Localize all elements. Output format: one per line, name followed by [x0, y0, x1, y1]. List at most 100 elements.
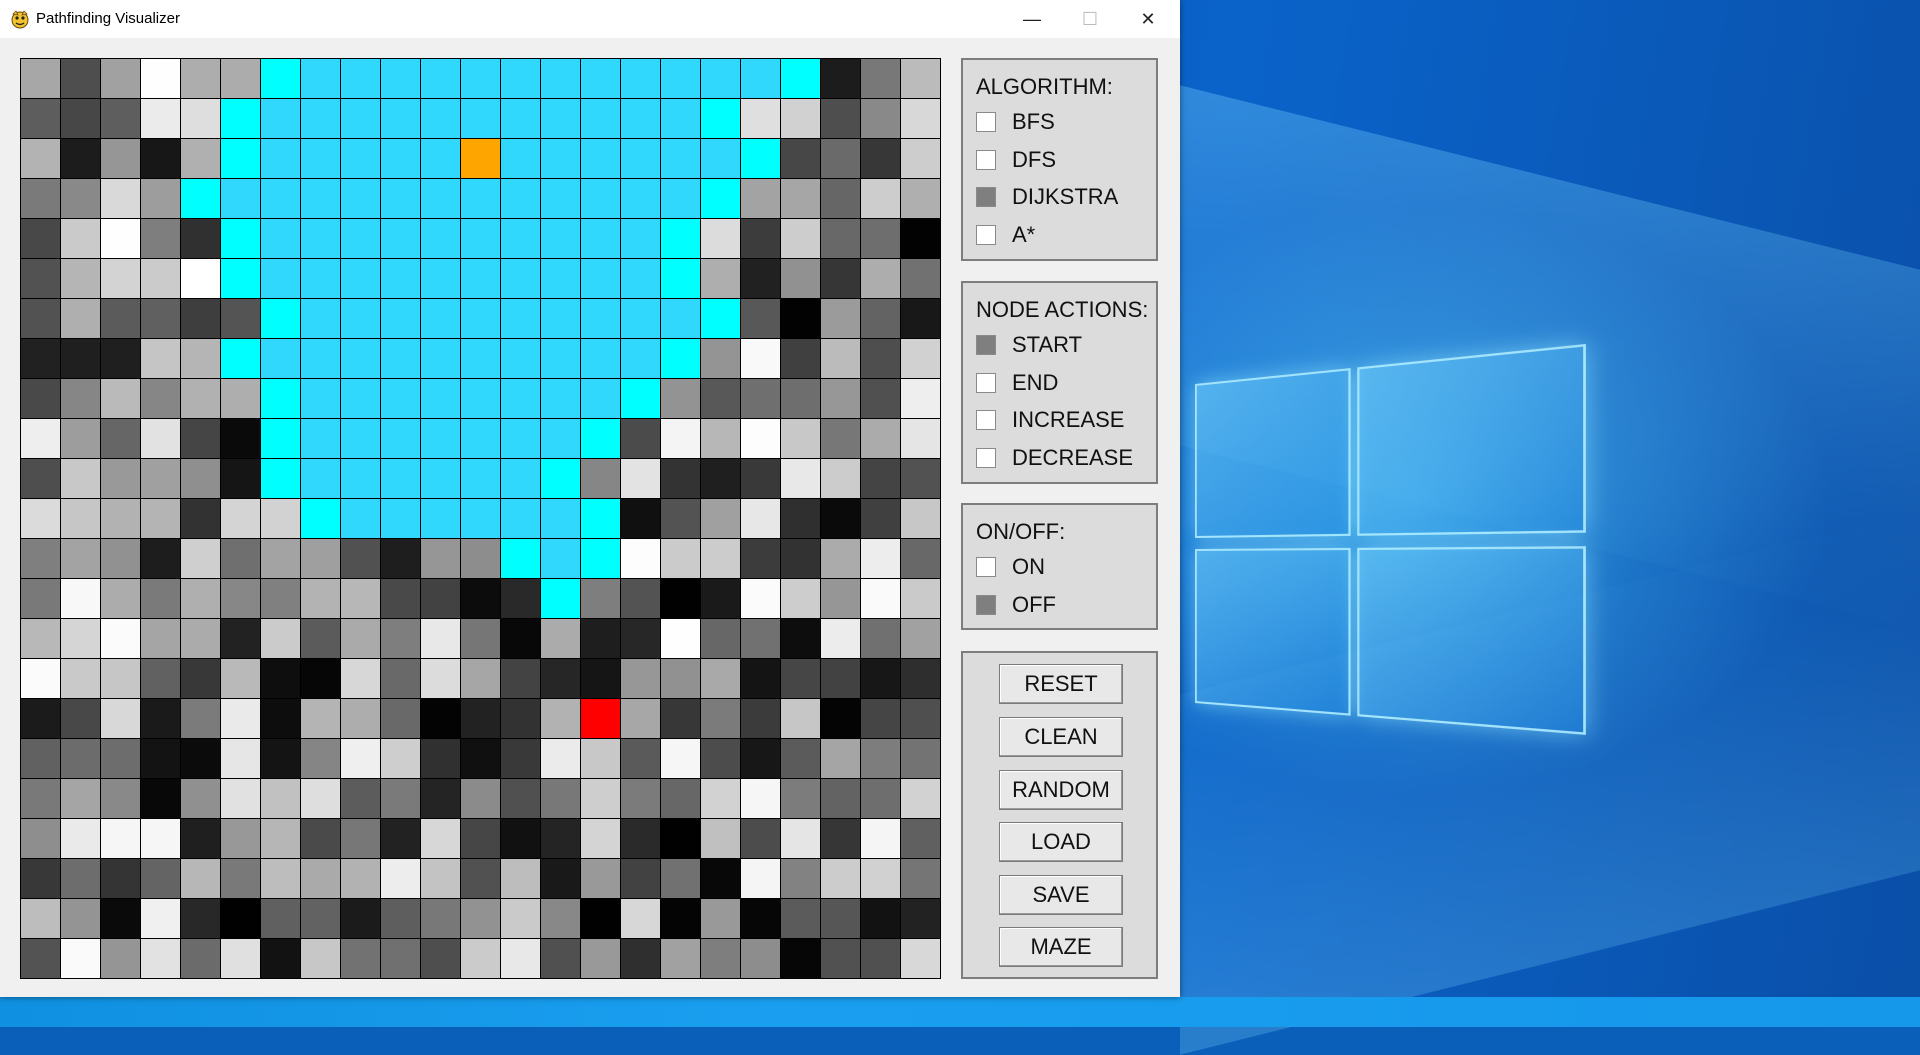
grid-node[interactable]: [780, 138, 821, 179]
grid-node-visited[interactable]: [460, 98, 501, 139]
grid-node-visited[interactable]: [260, 138, 301, 179]
grid-node-visited[interactable]: [380, 378, 421, 419]
grid-node-visited[interactable]: [340, 98, 381, 139]
grid-node[interactable]: [420, 658, 461, 699]
grid-node[interactable]: [460, 538, 501, 579]
grid-node[interactable]: [60, 218, 101, 259]
grid-node[interactable]: [620, 818, 661, 859]
grid-node[interactable]: [300, 738, 341, 779]
node-action-end[interactable]: END: [976, 370, 1058, 396]
grid-node[interactable]: [900, 58, 941, 99]
grid-node-frontier[interactable]: [580, 498, 621, 539]
grid-node-visited[interactable]: [300, 378, 341, 419]
grid-node-visited[interactable]: [300, 458, 341, 499]
grid-node-visited[interactable]: [380, 418, 421, 459]
grid-node[interactable]: [700, 938, 741, 979]
grid-node[interactable]: [220, 378, 261, 419]
grid-node[interactable]: [380, 578, 421, 619]
grid-node[interactable]: [500, 618, 541, 659]
grid-node[interactable]: [420, 818, 461, 859]
grid-node[interactable]: [100, 738, 141, 779]
grid-node[interactable]: [140, 538, 181, 579]
grid-node[interactable]: [860, 898, 901, 939]
grid-node[interactable]: [780, 538, 821, 579]
grid-node-frontier[interactable]: [660, 258, 701, 299]
grid-node[interactable]: [580, 938, 621, 979]
grid-node-visited[interactable]: [540, 418, 581, 459]
taskbar[interactable]: [0, 997, 1920, 1027]
grid-node[interactable]: [60, 818, 101, 859]
grid-node[interactable]: [20, 498, 61, 539]
grid-node[interactable]: [140, 58, 181, 99]
grid-node-visited[interactable]: [580, 338, 621, 379]
close-button[interactable]: ✕: [1120, 0, 1176, 38]
grid-node[interactable]: [380, 778, 421, 819]
grid-node[interactable]: [660, 698, 701, 739]
grid-node[interactable]: [900, 898, 941, 939]
grid-node[interactable]: [60, 258, 101, 299]
grid-node[interactable]: [620, 698, 661, 739]
grid-node[interactable]: [180, 778, 221, 819]
grid-node[interactable]: [540, 778, 581, 819]
grid-node-frontier[interactable]: [700, 98, 741, 139]
grid-node[interactable]: [900, 98, 941, 139]
grid-node[interactable]: [460, 738, 501, 779]
grid-node[interactable]: [500, 858, 541, 899]
grid-node[interactable]: [780, 938, 821, 979]
algorithm-option-astar[interactable]: A*: [976, 222, 1035, 248]
grid-node-visited[interactable]: [620, 178, 661, 219]
grid-node[interactable]: [100, 938, 141, 979]
grid-node-visited[interactable]: [420, 98, 461, 139]
grid-node-visited[interactable]: [300, 58, 341, 99]
grid-node[interactable]: [820, 98, 861, 139]
grid-node[interactable]: [300, 818, 341, 859]
grid-node-visited[interactable]: [380, 98, 421, 139]
grid-node[interactable]: [780, 178, 821, 219]
grid-node-visited[interactable]: [460, 418, 501, 459]
onoff-option-off[interactable]: OFF: [976, 592, 1056, 618]
grid-node-visited[interactable]: [300, 138, 341, 179]
grid-node[interactable]: [820, 298, 861, 339]
grid-node[interactable]: [140, 418, 181, 459]
grid-node-visited[interactable]: [340, 178, 381, 219]
grid-node-visited[interactable]: [340, 58, 381, 99]
grid-node[interactable]: [740, 898, 781, 939]
grid-node-visited[interactable]: [500, 218, 541, 259]
grid-node[interactable]: [140, 458, 181, 499]
grid-node[interactable]: [180, 658, 221, 699]
grid-node[interactable]: [140, 138, 181, 179]
grid-node[interactable]: [100, 778, 141, 819]
grid-node[interactable]: [140, 578, 181, 619]
grid-node[interactable]: [500, 578, 541, 619]
grid-node-frontier[interactable]: [700, 298, 741, 339]
grid-node[interactable]: [340, 738, 381, 779]
grid-node[interactable]: [460, 938, 501, 979]
grid-node[interactable]: [860, 98, 901, 139]
grid-node[interactable]: [500, 778, 541, 819]
grid-node-visited[interactable]: [700, 138, 741, 179]
grid-node[interactable]: [900, 178, 941, 219]
grid-node[interactable]: [180, 418, 221, 459]
grid-node[interactable]: [180, 458, 221, 499]
grid-node-visited[interactable]: [420, 58, 461, 99]
grid-node[interactable]: [20, 818, 61, 859]
grid-node[interactable]: [900, 138, 941, 179]
grid-node-visited[interactable]: [500, 98, 541, 139]
grid-node[interactable]: [180, 138, 221, 179]
grid-node[interactable]: [300, 858, 341, 899]
grid-node[interactable]: [340, 618, 381, 659]
grid-node[interactable]: [780, 658, 821, 699]
grid-node[interactable]: [380, 658, 421, 699]
grid-node[interactable]: [420, 858, 461, 899]
grid-node[interactable]: [180, 738, 221, 779]
grid-node[interactable]: [460, 778, 501, 819]
grid-node[interactable]: [220, 538, 261, 579]
grid-node[interactable]: [780, 778, 821, 819]
grid-node[interactable]: [580, 818, 621, 859]
grid-node-visited[interactable]: [300, 258, 341, 299]
grid-node[interactable]: [700, 738, 741, 779]
grid-node[interactable]: [780, 618, 821, 659]
grid-node[interactable]: [540, 858, 581, 899]
grid-node[interactable]: [220, 898, 261, 939]
grid-node-visited[interactable]: [300, 98, 341, 139]
